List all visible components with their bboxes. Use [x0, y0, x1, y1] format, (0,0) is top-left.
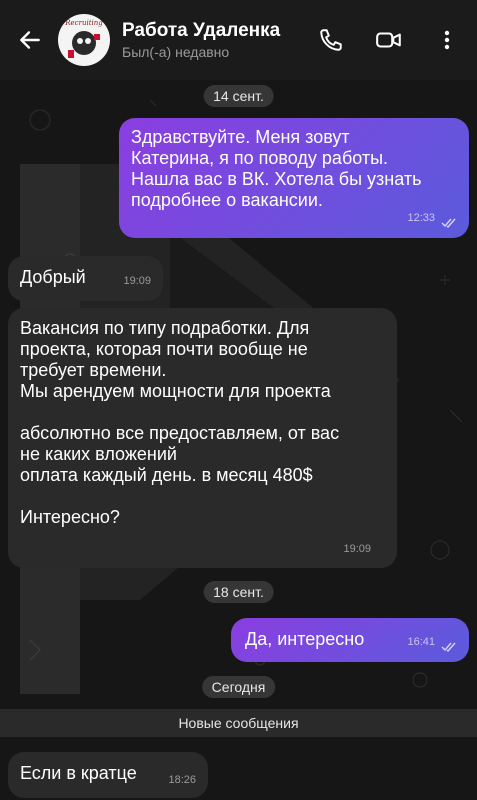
message-bubble-incoming[interactable]: Добрый 19:09	[8, 256, 163, 301]
chat-header: Recruiting Работа Удаленка Был(-а) недав…	[0, 0, 477, 80]
message-text: Вакансия по типу подработки. Для проекта…	[20, 318, 340, 527]
video-icon	[376, 32, 401, 48]
new-messages-divider: Новые сообщения	[0, 709, 477, 737]
back-arrow-icon	[20, 31, 40, 49]
message-time: 19:09	[123, 275, 151, 287]
read-check-icon	[441, 218, 456, 228]
phone-icon	[320, 29, 342, 51]
message-bubble-incoming[interactable]: Вакансия по типу подработки. Для проекта…	[8, 308, 397, 568]
read-check-icon	[441, 642, 456, 652]
message-time: 19:09	[343, 543, 371, 555]
message-time: 18:26	[168, 774, 196, 786]
more-options-button[interactable]	[427, 20, 467, 60]
chat-title-block[interactable]: Работа Удаленка Был(-а) недавно	[122, 19, 311, 61]
back-button[interactable]	[8, 18, 52, 62]
message-text: Здравствуйте. Меня зовут Катерина, я по …	[131, 127, 422, 210]
last-seen-status: Был(-а) недавно	[122, 44, 230, 60]
message-bubble-outgoing[interactable]: Здравствуйте. Меня зовут Катерина, я по …	[119, 118, 469, 238]
avatar-logo-text: Recruiting	[65, 19, 103, 27]
avatar[interactable]: Recruiting	[58, 14, 110, 66]
date-separator-2: 18 сент.	[203, 581, 274, 603]
video-call-button[interactable]	[369, 20, 409, 60]
message-bubble-outgoing[interactable]: Да, интересно 16:41	[231, 618, 469, 662]
message-time: 16:41	[407, 636, 435, 648]
more-vertical-icon	[444, 30, 450, 50]
date-separator-1: 14 сент.	[203, 85, 274, 107]
date-separator-3: Сегодня	[201, 676, 276, 698]
message-bubble-incoming[interactable]: Если в кратце 18:26	[8, 752, 208, 798]
call-button[interactable]	[311, 20, 351, 60]
message-time: 12:33	[407, 212, 435, 224]
chat-title: Работа Удаленка	[122, 20, 281, 41]
